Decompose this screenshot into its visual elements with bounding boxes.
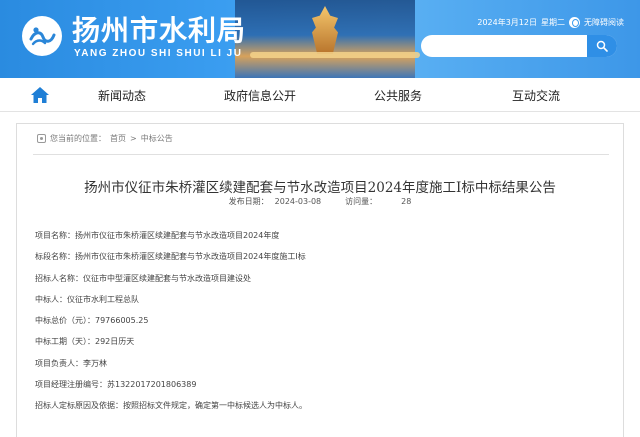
main-nav: 新闻动态 政府信息公开 公共服务 互动交流 xyxy=(0,78,640,112)
current-weekday: 星期二 xyxy=(541,18,565,27)
field-winning-bidder: 中标人：仪征市水利工程总队 xyxy=(35,294,139,304)
home-icon[interactable] xyxy=(30,85,50,105)
water-wave-icon xyxy=(29,27,56,46)
nav-item-public-services[interactable]: 公共服务 xyxy=(374,87,422,104)
field-duration: 中标工期（天）：292日历天 xyxy=(35,337,135,347)
breadcrumb-separator: > xyxy=(130,134,137,143)
wheelchair-icon[interactable] xyxy=(569,17,580,28)
nav-item-news[interactable]: 新闻动态 xyxy=(98,87,146,104)
current-date: 2024年3月12日 xyxy=(477,18,537,27)
field-section-name: 标段名称：扬州市仪征市朱桥灌区续建配套与节水改造项目2024年度施工Ⅰ标 xyxy=(35,252,306,262)
breadcrumb-prefix: 您当前的位置： xyxy=(50,134,106,143)
views-count: 28 xyxy=(401,197,412,206)
nav-item-gov-info[interactable]: 政府信息公开 xyxy=(224,87,296,104)
field-project-name: 项目名称：扬州市仪征市朱桥灌区续建配套与节水改造项目2024年度 xyxy=(35,231,280,240)
search-input[interactable] xyxy=(429,38,579,54)
bridge-lights-image xyxy=(250,52,420,58)
publish-date-label: 发布日期： xyxy=(228,197,269,206)
article-body: 项目名称：扬州市仪征市朱桥灌区续建配套与节水改造项目2024年度 标段名称：扬州… xyxy=(35,230,605,422)
location-icon xyxy=(37,134,46,143)
field-total-price: 中标总价（元）：79766005.25 xyxy=(35,316,149,326)
nav-item-interaction[interactable]: 互动交流 xyxy=(512,87,560,104)
field-manager-reg-no: 项目经理注册编号：苏1322017201806389 xyxy=(35,380,197,390)
site-logo-title[interactable]: 扬州市水利局 xyxy=(72,16,246,46)
field-award-reason: 招标人定标原因及依据：按照招标文件规定，确定第一中标候选人为中标人。 xyxy=(35,401,307,411)
breadcrumb-current-link[interactable]: 中标公告 xyxy=(141,133,173,144)
search-button[interactable] xyxy=(587,35,617,57)
accessibility-link[interactable]: 无障碍阅读 xyxy=(584,17,624,28)
header-banner: 扬州市水利局 YANG ZHOU SHI SHUI LI JU 2024年3月1… xyxy=(0,0,640,78)
article-title: 扬州市仪征市朱桥灌区续建配套与节水改造项目2024年度施工Ⅰ标中标结果公告 xyxy=(84,180,556,196)
field-tenderer: 招标人名称：仪征市中型灌区续建配套与节水改造项目建设处 xyxy=(35,273,251,283)
search-icon xyxy=(596,40,608,52)
article-meta: 发布日期： 2024-03-08 访问量： 28 xyxy=(17,196,623,207)
date-accessibility-bar: 2024年3月12日 星期二 无障碍阅读 xyxy=(477,17,624,28)
breadcrumb-home-link[interactable]: 首页 xyxy=(110,133,126,144)
views-label: 访问量： xyxy=(345,197,378,206)
breadcrumb-divider xyxy=(33,154,609,155)
breadcrumb: 您当前的位置： 首页 > 中标公告 xyxy=(37,133,173,144)
logo-emblem-icon[interactable] xyxy=(22,16,62,56)
article-panel: 您当前的位置： 首页 > 中标公告 扬州市仪征市朱桥灌区续建配套与节水改造项目2… xyxy=(16,123,624,437)
publish-date-value: 2024-03-08 xyxy=(274,197,322,206)
site-logo-subtitle: YANG ZHOU SHI SHUI LI JU xyxy=(74,48,243,59)
field-project-lead: 项目负责人：李万林 xyxy=(35,358,107,368)
search-box xyxy=(421,35,617,57)
